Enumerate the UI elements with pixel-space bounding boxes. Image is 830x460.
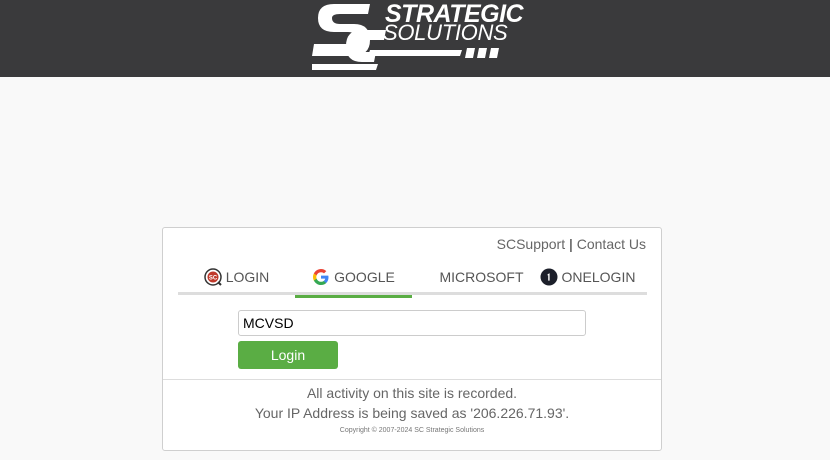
tab-microsoft-label: MICROSOFT [439,269,524,285]
link-separator: | [569,236,573,252]
tab-login-label: LOGIN [225,269,270,285]
svg-text:SC: SC [209,276,218,282]
tab-microsoft[interactable]: MICROSOFT [412,259,529,295]
tab-login[interactable]: SC LOGIN [178,259,295,295]
login-panel: SCSupport | Contact Us SC LOGIN GOOGLE M… [162,227,662,451]
tab-google[interactable]: GOOGLE [295,259,412,298]
contact-us-link[interactable]: Contact Us [577,236,646,252]
tab-onelogin-label: ONELOGIN [561,269,636,285]
logo-text-solutions: SOLUTIONS [383,20,508,45]
tab-google-label: GOOGLE [334,269,395,285]
google-icon [313,269,329,285]
activity-notice: All activity on this site is recorded. [306,385,518,401]
copyright-text: Copyright © 2007-2024 SC Strategic Solut… [339,427,485,434]
tab-onelogin[interactable]: ONELOGIN [529,259,646,295]
login-button[interactable]: Login [238,341,338,369]
ip-address-notice: Your IP Address is being saved as '206.2… [254,405,570,421]
panel-divider [163,379,661,380]
microsoft-icon [418,268,436,286]
auth-tabs: SC LOGIN GOOGLE MICROSOFT ONELOGIN [178,259,647,298]
scsupport-link[interactable]: SCSupport [497,236,565,252]
onelogin-icon [540,268,558,286]
header-bar: STRATEGIC SOLUTIONS [0,0,830,77]
top-links: SCSupport | Contact Us [497,236,646,252]
organization-input[interactable] [238,310,586,336]
sc-logo-icon: SC [203,268,222,286]
